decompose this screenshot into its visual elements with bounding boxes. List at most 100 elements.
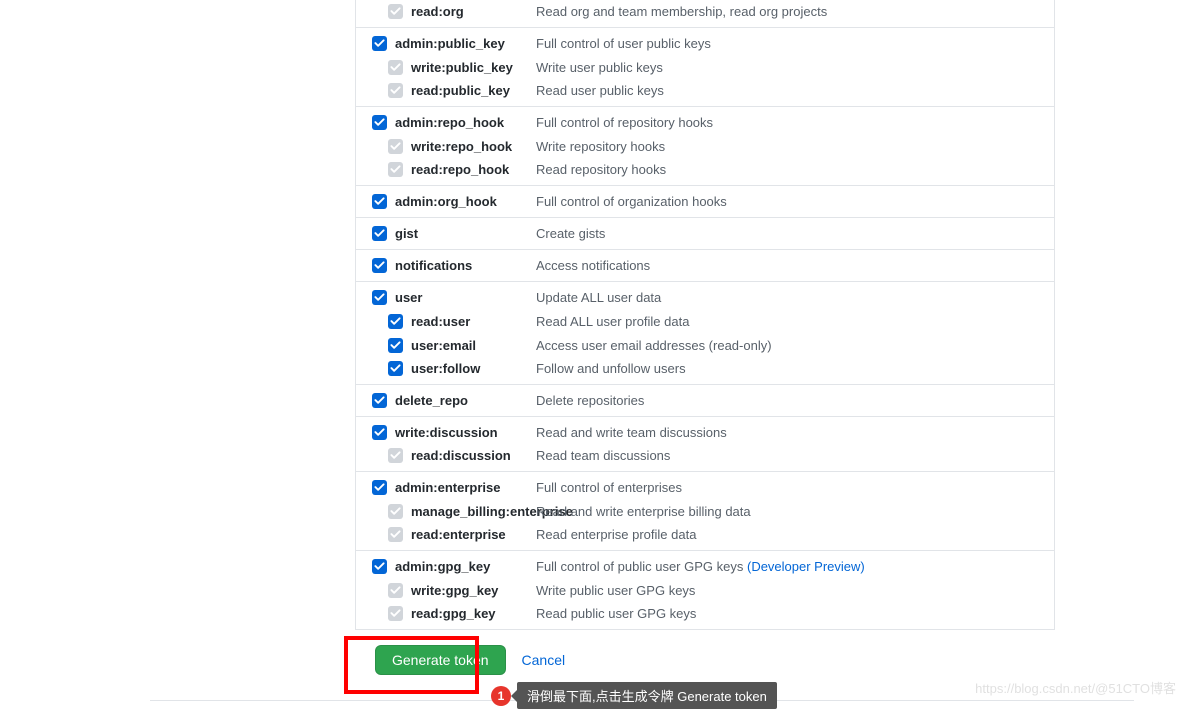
scope-checkbox[interactable] — [372, 226, 387, 241]
scope-name-label: read:discussion — [411, 448, 511, 463]
scope-name-label: admin:org_hook — [395, 194, 497, 209]
scope-checkbox — [388, 83, 403, 98]
scope-name-label: write:discussion — [395, 425, 498, 440]
scope-name-label: user:follow — [411, 361, 480, 376]
scope-row: read:gpg_key Read public user GPG keys — [356, 602, 1054, 629]
scope-description: Read and write team discussions — [536, 425, 1054, 440]
scope-row: write:repo_hook Write repository hooks — [356, 134, 1054, 158]
scope-checkbox[interactable] — [372, 480, 387, 495]
scope-group: write:discussion Read and write team disc… — [356, 416, 1054, 471]
scope-description: Read and write enterprise billing data — [536, 504, 1054, 519]
scope-description: Full control of organization hooks — [536, 194, 1054, 209]
scope-description: Create gists — [536, 226, 1054, 241]
scope-checkbox[interactable] — [388, 314, 403, 329]
scope-name-label: admin:gpg_key — [395, 559, 490, 574]
scope-description: Write public user GPG keys — [536, 583, 1054, 598]
scope-name-label: gist — [395, 226, 418, 241]
scope-checkbox[interactable] — [372, 258, 387, 273]
scope-row: read:public_keyRead user public keys — [356, 79, 1054, 106]
scope-description: Full control of user public keys — [536, 36, 1054, 51]
scope-description: Full control of enterprises — [536, 480, 1054, 495]
cancel-button[interactable]: Cancel — [522, 652, 566, 668]
scope-name-label: user — [395, 290, 422, 305]
scope-checkbox — [388, 60, 403, 75]
watermark: https://blog.csdn.net/@51CTO博客 — [975, 678, 1176, 697]
scope-name-label: read:gpg_key — [411, 606, 496, 621]
scope-description: Read repository hooks — [536, 162, 1054, 177]
scope-row: admin:repo_hook Full control of repositor… — [356, 107, 1054, 134]
scope-name-label: delete_repo — [395, 393, 468, 408]
scope-checkbox — [388, 4, 403, 19]
scope-name-label: read:org — [411, 4, 464, 19]
scope-checkbox[interactable] — [372, 559, 387, 574]
scope-name-label: write:public_key — [411, 60, 513, 75]
scope-description: Read user public keys — [536, 83, 1054, 98]
scope-checkbox — [388, 139, 403, 154]
scope-row: read:orgRead org and team membership, re… — [356, 0, 1054, 27]
scope-description: Read team discussions — [536, 448, 1054, 463]
scope-name-label: read:enterprise — [411, 527, 506, 542]
scope-name-label: read:user — [411, 314, 470, 329]
developer-preview-link[interactable]: (Developer Preview) — [747, 559, 865, 574]
scope-group: admin:public_key Full control of user pub… — [356, 27, 1054, 106]
scope-checkbox[interactable] — [372, 194, 387, 209]
scope-description: Access notifications — [536, 258, 1054, 273]
annotation-number: 1 — [491, 686, 511, 706]
scopes-list: read:orgRead org and team membership, re… — [355, 0, 1055, 629]
scope-checkbox — [388, 448, 403, 463]
scope-name-label: write:repo_hook — [411, 139, 512, 154]
scope-row: write:public_key Write user public keys — [356, 55, 1054, 79]
scope-row: admin:enterprise Full control of enterpri… — [356, 472, 1054, 499]
scope-checkbox[interactable] — [372, 393, 387, 408]
scope-row: read:userRead ALL user profile data — [356, 309, 1054, 333]
scope-description: Read enterprise profile data — [536, 527, 1054, 542]
scope-row: manage_billing:enterpriseRead and write … — [356, 499, 1054, 523]
scope-description: Write user public keys — [536, 60, 1054, 75]
scope-row: write:discussion Read and write team disc… — [356, 417, 1054, 444]
scope-checkbox[interactable] — [372, 115, 387, 130]
scope-row: userUpdate ALL user data — [356, 282, 1054, 309]
scope-name-label: admin:repo_hook — [395, 115, 504, 130]
scope-checkbox — [388, 162, 403, 177]
generate-token-button[interactable]: Generate token — [375, 645, 506, 675]
scope-row: read:enterprise Read enterprise profile d… — [356, 523, 1054, 550]
scope-group: read:orgRead org and team membership, re… — [356, 0, 1054, 27]
scope-description: Follow and unfollow users — [536, 361, 1054, 376]
scope-row: user:follow Follow and unfollow users — [356, 357, 1054, 384]
scope-name-label: admin:public_key — [395, 36, 505, 51]
scope-group: admin:repo_hook Full control of repositor… — [356, 106, 1054, 185]
scope-row: admin:public_key Full control of user pub… — [356, 28, 1054, 55]
scope-group: admin:org_hook Full control of organizati… — [356, 185, 1054, 217]
scope-row: user:emailAccess user email addresses (r… — [356, 333, 1054, 357]
scope-group: admin:enterprise Full control of enterpri… — [356, 471, 1054, 550]
scope-description: Full control of repository hooks — [536, 115, 1054, 130]
scope-checkbox — [388, 606, 403, 621]
scope-checkbox[interactable] — [388, 338, 403, 353]
scope-checkbox[interactable] — [372, 425, 387, 440]
scope-row: notifications Access notifications — [356, 250, 1054, 281]
annotation-text: 滑倒最下面,点击生成令牌 Generate token — [517, 682, 777, 709]
scope-row: write:gpg_keyWrite public user GPG keys — [356, 578, 1054, 602]
scope-checkbox — [388, 583, 403, 598]
scope-group: gist Create gists — [356, 217, 1054, 249]
scope-row: gist Create gists — [356, 218, 1054, 249]
scope-row: admin:org_hook Full control of organizati… — [356, 186, 1054, 217]
scope-checkbox — [388, 527, 403, 542]
scope-checkbox — [388, 504, 403, 519]
scope-description: Delete repositories — [536, 393, 1054, 408]
scope-checkbox[interactable] — [388, 361, 403, 376]
scope-description: Write repository hooks — [536, 139, 1054, 154]
scope-group: delete_repo Delete repositories — [356, 384, 1054, 416]
scope-row: read:repo_hook Read repository hooks — [356, 158, 1054, 185]
scope-name-label: user:email — [411, 338, 476, 353]
scope-group: notifications Access notifications — [356, 249, 1054, 281]
scope-name-label: notifications — [395, 258, 472, 273]
scope-name-label: read:repo_hook — [411, 162, 509, 177]
scope-group: admin:gpg_keyFull control of public user… — [356, 550, 1054, 629]
scope-row: read:discussion Read team discussions — [356, 444, 1054, 471]
scope-checkbox[interactable] — [372, 36, 387, 51]
scope-row: delete_repo Delete repositories — [356, 385, 1054, 416]
scope-description: Read public user GPG keys — [536, 606, 1054, 621]
scope-name-label: admin:enterprise — [395, 480, 500, 495]
scope-checkbox[interactable] — [372, 290, 387, 305]
